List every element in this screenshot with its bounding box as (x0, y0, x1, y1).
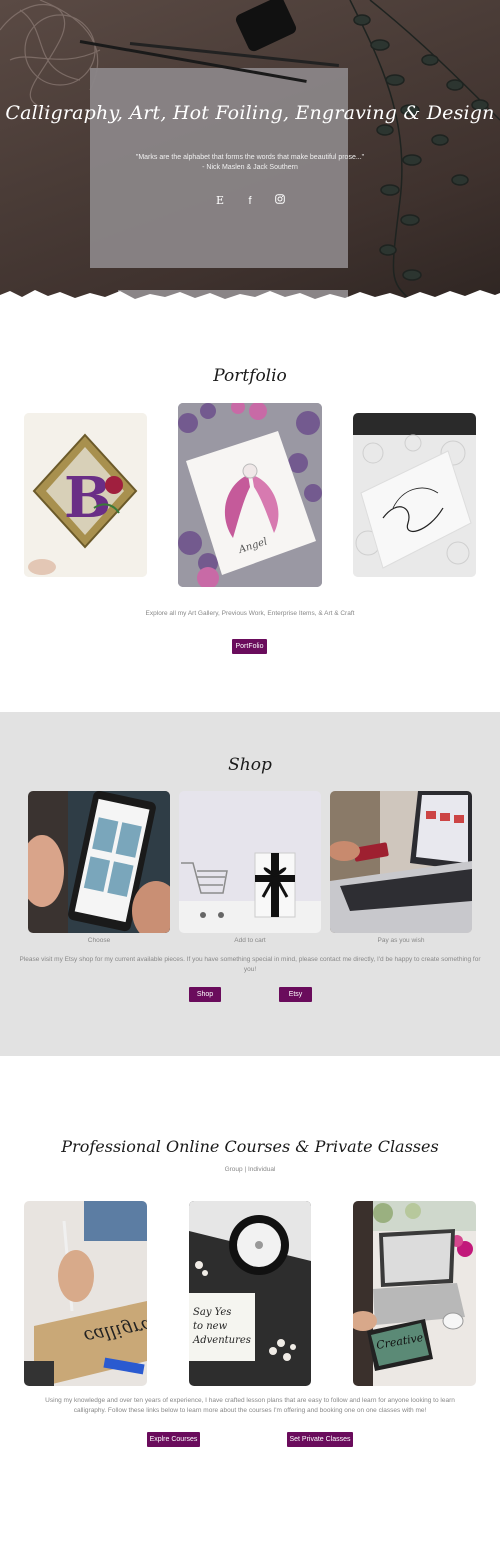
hero-quote: "Marks are the alphabet that forms the w… (0, 153, 500, 173)
shop-description-line-1: Please visit my Etsy shop for my current… (19, 956, 481, 963)
say-yes-adventures-image[interactable]: Say Yes to new Adventures (189, 1201, 311, 1386)
set-private-classes-button[interactable]: Set Private Classes (287, 1432, 353, 1447)
svg-text:Adventures: Adventures (192, 1335, 251, 1346)
social-links: E f (0, 194, 500, 208)
lace-calligraphy-card-image[interactable] (353, 413, 476, 577)
shop-description: Please visit my Etsy shop for my current… (0, 955, 500, 975)
add-to-cart-image[interactable] (179, 791, 321, 933)
svg-text:to new: to new (193, 1321, 228, 1332)
ink-bottle (233, 0, 299, 54)
quote-text: "Marks are the alphabet that forms the w… (135, 154, 365, 161)
explore-courses-button[interactable]: Explre Courses (147, 1432, 200, 1447)
hero-banner: Calligraphy, Art, Hot Foiling, Engraving… (0, 0, 500, 310)
courses-description: Using my knowledge and over ten years of… (0, 1396, 500, 1416)
illuminated-letter-b-image[interactable]: B (24, 413, 147, 577)
portfolio-description: Explore all my Art Gallery, Previous Wor… (145, 610, 355, 617)
portfolio-button[interactable]: PortFolio (232, 639, 267, 654)
portfolio-heading: Portfolio (213, 366, 287, 386)
calligraphy-writing-image[interactable]: calligra (24, 1201, 147, 1386)
courses-subheading: Group | Individual (224, 1166, 276, 1173)
phone-shopping-image[interactable] (28, 791, 170, 933)
quote-author: - Nick Maslen & Jack Southern (202, 164, 298, 171)
shop-caption-choose: Choose (87, 937, 111, 944)
angel-wings-card-image[interactable]: Angel (178, 403, 322, 587)
eucalyptus-branch (349, 0, 500, 300)
facebook-icon[interactable]: f (243, 194, 257, 208)
shop-heading: Shop (228, 755, 272, 775)
etsy-button[interactable]: Etsy (279, 987, 312, 1002)
courses-description-line-2: calligraphy. Follow these links below to… (73, 1407, 427, 1414)
etsy-icon[interactable]: E (213, 194, 227, 208)
creative-laptop-image[interactable]: Creative (353, 1201, 476, 1386)
shop-caption-add-to-cart: Add to cart (234, 937, 266, 944)
shop-button[interactable]: Shop (189, 987, 221, 1002)
hero-title: Calligraphy, Art, Hot Foiling, Engraving… (5, 102, 495, 124)
pay-online-image[interactable] (330, 791, 472, 933)
courses-description-line-1: Using my knowledge and over ten years of… (45, 1397, 455, 1404)
courses-heading: Professional Online Courses & Private Cl… (61, 1137, 439, 1156)
shop-caption-pay: Pay as you wish (377, 937, 425, 944)
instagram-icon[interactable] (273, 194, 287, 208)
shop-description-line-2: you! (243, 966, 257, 973)
svg-text:B: B (64, 465, 111, 531)
svg-text:Say Yes: Say Yes (193, 1307, 231, 1318)
torn-paper-edge (0, 290, 500, 315)
